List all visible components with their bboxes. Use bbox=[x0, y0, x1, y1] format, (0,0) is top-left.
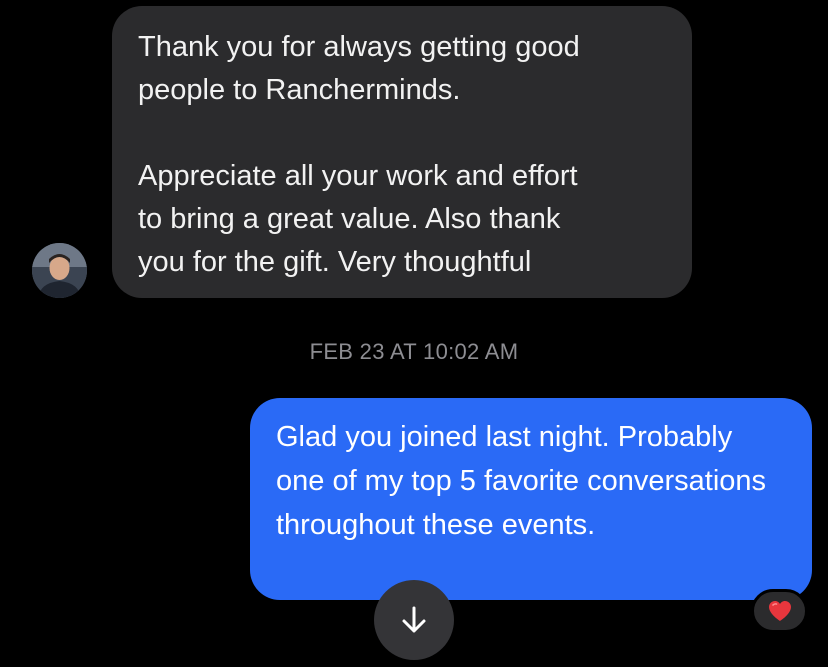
outgoing-message-bubble[interactable]: Glad you joined last night. Probably one… bbox=[250, 398, 812, 600]
message-timestamp: FEB 23 AT 10:02 AM bbox=[309, 339, 519, 364]
sender-avatar[interactable] bbox=[32, 243, 87, 298]
person-avatar-icon bbox=[32, 243, 87, 298]
heart-icon bbox=[768, 601, 791, 621]
arrow-down-icon bbox=[402, 606, 426, 633]
message-reaction[interactable] bbox=[751, 589, 808, 633]
scroll-to-bottom-button[interactable] bbox=[374, 580, 454, 660]
incoming-message-bubble[interactable]: Thank you for always getting good people… bbox=[112, 6, 692, 298]
message-thread: Thank you for always getting good people… bbox=[0, 0, 828, 667]
